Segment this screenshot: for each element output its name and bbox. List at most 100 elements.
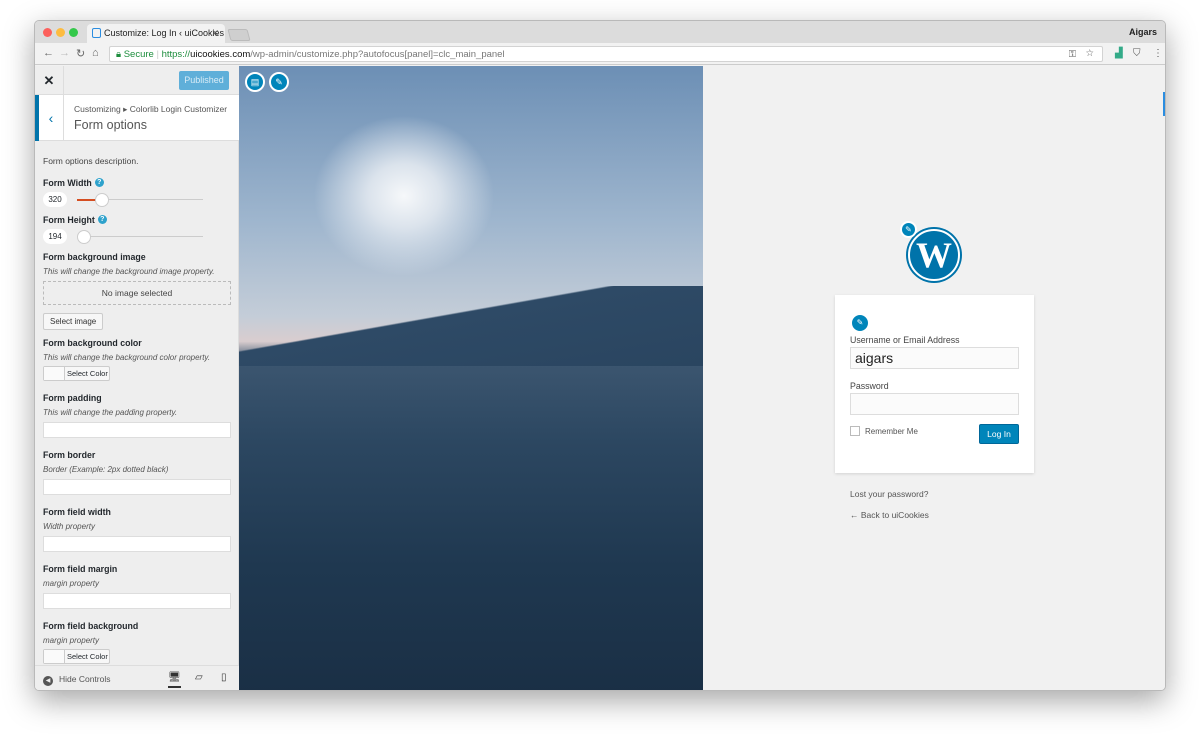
desktop-preview-icon[interactable]: 🖥︎ [168,672,181,688]
close-window-button[interactable] [43,28,52,37]
menu-icon[interactable]: ⋮ [1153,48,1163,59]
browser-tab[interactable]: Customize: Log In ‹ uiCookies ✕ [87,24,225,43]
section-title: Form options [74,118,147,132]
title-bar: Customize: Log In ‹ uiCookies ✕ Aigars [35,21,1165,43]
favicon-icon [92,28,101,38]
login-form: ✎ Username or Email Address aigars Passw… [835,295,1034,473]
tablet-preview-icon[interactable]: ▱ [195,672,203,683]
help-icon[interactable]: ? [94,178,104,187]
mobile-preview-icon[interactable]: ▯ [221,672,227,683]
edit-form-icon[interactable]: ✎ [850,313,870,333]
url-host: uicookies.com [190,49,251,60]
form-height-label: Form Height [43,215,95,225]
form-height-slider[interactable]: 194 [43,229,231,245]
remember-label: Remember Me [865,427,918,436]
section-header: ‹ Customizing ▸ Colorlib Login Customize… [35,95,239,141]
lock-icon: 🔒︎ [116,49,122,60]
username-input[interactable]: aigars [850,347,1019,369]
border-label: Form border [43,450,96,460]
section-description: Form options description. [43,156,139,166]
minimize-window-button[interactable] [56,28,65,37]
form-width-slider[interactable]: 320 [43,192,231,208]
secure-label: Secure [123,49,154,60]
bg-color-label: Form background color [43,338,142,348]
edit-logo-icon[interactable]: ✎ [900,221,917,238]
border-input[interactable] [43,479,231,495]
login-button[interactable]: Log In [979,424,1019,444]
zoom-window-button[interactable] [69,28,78,37]
reload-icon[interactable]: ↻ [76,47,85,60]
brush-edit-icon[interactable]: ✎ [269,72,289,92]
slider-thumb[interactable] [95,193,109,207]
field-margin-label: Form field margin [43,564,118,574]
padding-input[interactable] [43,422,231,438]
field-width-label: Form field width [43,507,111,517]
form-width-control: Form Width? [43,178,231,188]
password-label: Password [850,381,889,391]
field-margin-input[interactable] [43,593,231,609]
customizer-sidebar: ✕ Published ‹ Customizing ▸ Colorlib Log… [35,66,239,690]
profile-name[interactable]: Aigars [1129,27,1157,37]
sidebar-footer: ◀ Hide Controls 🖥︎ ▱ ▯ [35,665,239,690]
username-label: Username or Email Address [850,335,960,345]
hide-controls-button[interactable]: ◀ Hide Controls [43,674,111,686]
close-customizer-button[interactable]: ✕ [35,66,64,95]
extension-chart-icon[interactable]: ▟ [1115,48,1123,59]
home-icon[interactable]: ⌂ [92,47,99,59]
scroll-indicator [1163,92,1165,116]
help-icon[interactable]: ? [97,215,107,224]
back-icon[interactable]: ← [43,47,54,59]
select-color-label: Select Color [67,652,108,661]
url-path: /wp-admin/customize.php?autofocus[panel]… [250,49,505,60]
login-preview: W ✎ ✎ Username or Email Address aigars P… [703,66,1165,690]
slider-track [77,236,203,237]
slider-thumb[interactable] [77,230,91,244]
form-width-label: Form Width [43,178,92,188]
form-height-value[interactable]: 194 [43,229,67,244]
lost-password-link[interactable]: Lost your password? [850,489,928,499]
ocean-wave [239,286,703,366]
field-margin-desc: margin property [43,579,100,588]
field-bg-color-picker[interactable]: Select Color [43,649,110,664]
tab-title: Customize: Log In ‹ uiCookies [104,28,225,38]
bg-color-desc: This will change the background color pr… [43,353,211,362]
sidebar-header: ✕ Published [35,66,239,95]
back-to-site-link[interactable]: ← Back to uiCookies [850,510,929,520]
password-input[interactable] [850,393,1019,415]
forward-icon[interactable]: → [59,47,70,59]
preview-background-image: ▤ ✎ [239,66,703,690]
bg-image-label: Form background image [43,252,146,262]
controls: Form options description. Form Width? 32… [43,156,231,664]
border-desc: Border (Example: 2px dotted black) [43,465,169,474]
form-width-value[interactable]: 320 [43,192,67,207]
collapse-icon: ◀ [43,676,53,686]
breadcrumb: Customizing ▸ Colorlib Login Customizer [74,104,228,114]
select-image-button[interactable]: Select image [43,313,104,330]
color-swatch [44,650,65,663]
hide-controls-label: Hide Controls [59,674,111,684]
padding-label: Form padding [43,393,102,403]
form-height-control: Form Height? [43,215,231,225]
select-color-label: Select Color [67,369,108,378]
key-icon[interactable]: ⚿ [1069,49,1076,60]
field-bg-desc: margin property [43,636,100,645]
url-input[interactable]: 🔒︎ Secure | https://uicookies.com/wp-adm… [109,46,1103,62]
layout-edit-icon[interactable]: ▤ [245,72,265,92]
field-width-input[interactable] [43,536,231,552]
color-swatch [44,367,65,380]
bg-color-picker[interactable]: Select Color [43,366,110,381]
padding-desc: This will change the padding property. [43,408,178,417]
field-bg-label: Form field background [43,621,139,631]
wordpress-logo[interactable]: W [908,229,960,281]
field-width-desc: Width property [43,522,95,531]
close-tab-icon[interactable]: ✕ [211,28,219,39]
back-button[interactable]: ‹ [35,95,64,141]
extension-shield-icon[interactable]: ⛉ [1133,48,1141,59]
address-bar-row: ← → ↻ ⌂ 🔒︎ Secure | https://uicookies.co… [35,43,1165,65]
new-tab-button[interactable] [227,29,251,41]
remember-checkbox[interactable] [850,426,860,436]
star-icon[interactable]: ☆ [1085,48,1094,59]
publish-button[interactable]: Published [179,71,229,90]
bg-image-desc: This will change the background image pr… [43,267,215,276]
no-image-placeholder: No image selected [43,281,231,305]
